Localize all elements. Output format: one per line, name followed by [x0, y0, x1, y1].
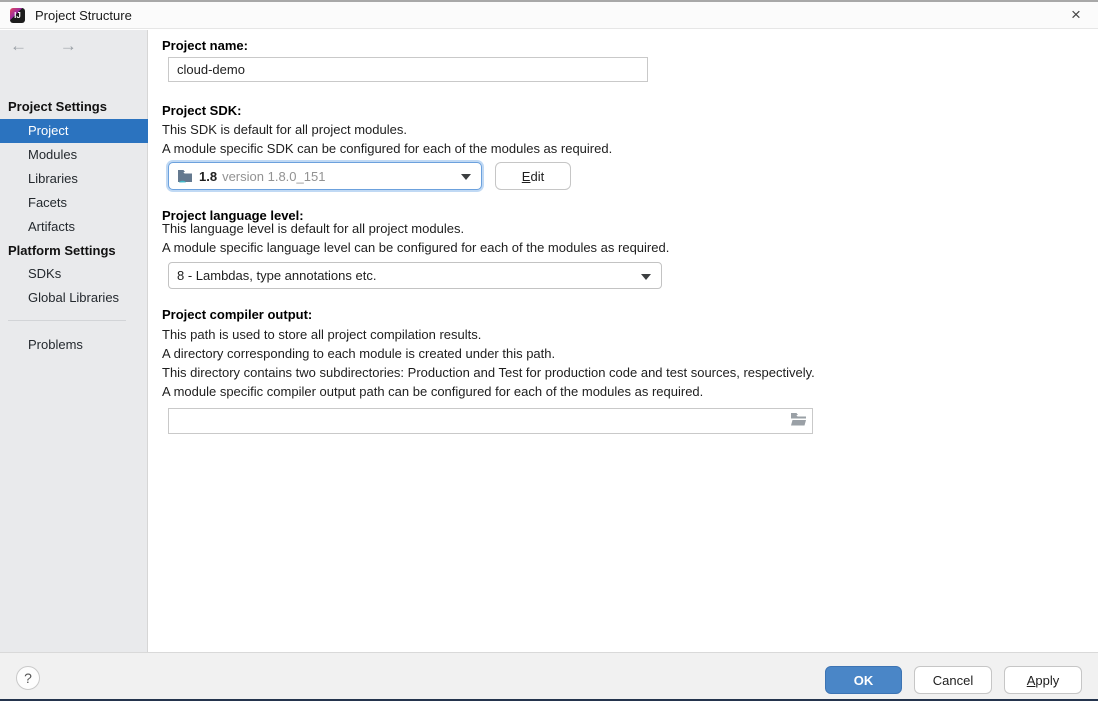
forward-arrow-icon[interactable]: →: [60, 36, 91, 55]
title-bar: IJ Project Structure ×: [0, 2, 1098, 29]
cancel-button[interactable]: Cancel: [914, 666, 992, 694]
sidebar-item-problems[interactable]: Problems: [0, 333, 148, 357]
language-level-value: 8 - Lambdas, type annotations etc.: [177, 268, 376, 283]
dialog-footer: ? OK Cancel Apply: [0, 652, 1098, 701]
compiler-output-desc-4: A module specific compiler output path c…: [162, 384, 703, 399]
project-settings-panel: Project name: Project SDK: This SDK is d…: [149, 30, 1098, 652]
language-level-dropdown[interactable]: 8 - Lambdas, type annotations etc.: [168, 262, 662, 289]
window-title: Project Structure: [35, 8, 132, 23]
project-sdk-label: Project SDK:: [162, 103, 241, 118]
compiler-output-desc-3: This directory contains two subdirectori…: [162, 365, 815, 380]
compiler-output-desc-2: A directory corresponding to each module…: [162, 346, 555, 361]
project-sdk-desc-1: This SDK is default for all project modu…: [162, 122, 407, 137]
intellij-logo-icon: IJ: [10, 8, 25, 23]
sidebar-item-sdks[interactable]: SDKs: [0, 262, 148, 286]
edit-rest: dit: [530, 169, 544, 184]
language-level-desc-1: This language level is default for all p…: [162, 221, 464, 236]
help-button[interactable]: ?: [16, 666, 40, 690]
chevron-down-icon: [641, 274, 651, 280]
compiler-output-label: Project compiler output:: [162, 307, 312, 322]
apply-rest: pply: [1035, 673, 1059, 688]
project-structure-dialog: IJ Project Structure × ← → Project Setti…: [0, 0, 1098, 701]
back-arrow-icon[interactable]: ←: [10, 36, 41, 55]
project-sdk-dropdown[interactable]: 1.8 version 1.8.0_151: [168, 162, 482, 190]
settings-sidebar: ← → Project Settings Project Modules Lib…: [0, 30, 148, 652]
chevron-down-icon: [461, 174, 471, 180]
sidebar-item-project[interactable]: Project: [0, 119, 148, 143]
history-nav: ← →: [10, 36, 91, 56]
sdk-version-detail: version 1.8.0_151: [222, 169, 325, 184]
sdk-folder-icon: [177, 169, 193, 183]
browse-folder-icon[interactable]: [790, 412, 807, 429]
edit-sdk-button[interactable]: Edit: [495, 162, 571, 190]
project-name-label: Project name:: [162, 38, 248, 53]
section-header-project-settings: Project Settings: [8, 96, 107, 118]
apply-mnemonic: A: [1027, 673, 1036, 688]
close-icon[interactable]: ×: [1066, 5, 1086, 25]
ok-button[interactable]: OK: [825, 666, 902, 694]
edit-mnemonic: E: [522, 169, 531, 184]
sidebar-item-modules[interactable]: Modules: [0, 143, 148, 167]
apply-button[interactable]: Apply: [1004, 666, 1082, 694]
sdk-version-bold: 1.8: [199, 169, 217, 184]
project-sdk-desc-2: A module specific SDK can be configured …: [162, 141, 612, 156]
intellij-logo-text: IJ: [10, 8, 25, 23]
compiler-output-input[interactable]: [168, 408, 813, 434]
sidebar-item-global-libraries[interactable]: Global Libraries: [0, 286, 148, 310]
section-header-platform-settings: Platform Settings: [8, 240, 116, 262]
sidebar-item-facets[interactable]: Facets: [0, 191, 148, 215]
sidebar-item-artifacts[interactable]: Artifacts: [0, 215, 148, 239]
language-level-desc-2: A module specific language level can be …: [162, 240, 669, 255]
compiler-output-desc-1: This path is used to store all project c…: [162, 327, 481, 342]
sidebar-divider: [8, 320, 126, 321]
project-name-input[interactable]: [168, 57, 648, 82]
sidebar-item-libraries[interactable]: Libraries: [0, 167, 148, 191]
compiler-output-field-wrap: [168, 408, 813, 434]
